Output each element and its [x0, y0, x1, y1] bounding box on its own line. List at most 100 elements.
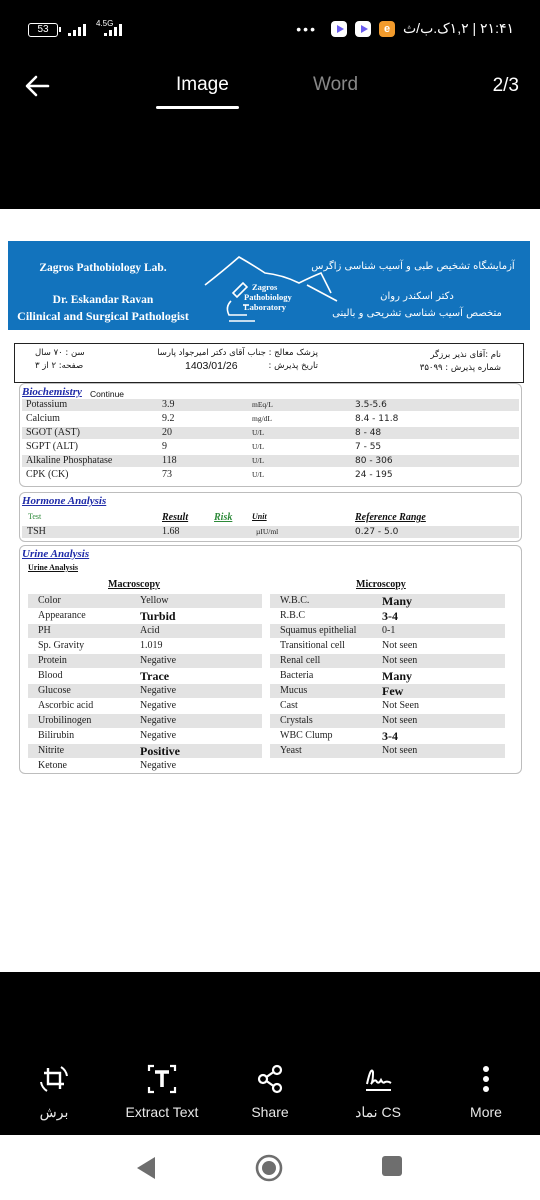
more-label: More — [470, 1104, 502, 1120]
urine-test-result: Negative — [140, 655, 177, 666]
back-button[interactable] — [22, 72, 54, 100]
macroscopy-row: Nitrite Positive — [28, 744, 262, 758]
urine-test-name: Protein — [38, 655, 67, 666]
logo-text: Zagros Pathobiology Laboratory — [244, 282, 292, 312]
play-app-icon-2 — [355, 20, 371, 37]
urine-test-name: Yeast — [280, 745, 302, 756]
macroscopy-row: Glucose Negative — [28, 684, 262, 698]
macroscopy-row: Blood Trace — [28, 669, 262, 683]
test-name: Calcium — [26, 413, 60, 424]
doctor-specialty-en: Cilinical and Surgical Pathologist — [17, 309, 189, 323]
system-nav-bar — [0, 1135, 540, 1200]
urine-test-name: W.B.C. — [280, 595, 310, 606]
extract-text-button[interactable]: Extract Text — [108, 1062, 216, 1120]
urine-title: Urine Analysis — [22, 548, 90, 560]
urine-test-result: Not Seen — [382, 700, 419, 711]
urine-test-name: Bacteria — [280, 670, 314, 681]
crop-button[interactable]: برش — [0, 1062, 108, 1121]
macroscopy-row: Sp. Gravity 1.019 — [28, 639, 262, 653]
test-result: 1.68 — [162, 526, 180, 537]
patient-age: سن : ۷۰ سال — [35, 348, 85, 358]
test-result: 73 — [162, 469, 172, 480]
test-name: CPK (CK) — [26, 469, 69, 480]
microscopy-row: W.B.C. Many — [270, 594, 505, 608]
urine-test-name: WBC Clump — [280, 730, 333, 741]
urine-test-name: Transitional cell — [280, 640, 345, 651]
urine-test-name: Squamus epithelial — [280, 625, 357, 636]
test-result: 3.9 — [162, 399, 175, 410]
table-row: Potassium 3.9 mEq/L 3.5-5.6 — [22, 399, 519, 411]
urine-test-result: Few — [382, 684, 404, 698]
test-range: 8 - 48 — [355, 428, 382, 438]
test-unit: U/L — [252, 428, 265, 437]
status-bar: 53 4.5G ••• e ۲۱:۴۱ | ۱,۲ک.ب/ث — [0, 0, 540, 62]
lab-letterhead: Zagros Pathobiology Lab. Dr. Eskandar Ra… — [8, 241, 530, 330]
test-result: 118 — [162, 455, 177, 466]
table-row: TSH 1.68 µIU/ml 0.27 - 5.0 — [22, 526, 519, 538]
signature-label: نماد CS — [355, 1104, 401, 1120]
test-unit: U/L — [252, 456, 265, 465]
urine-test-result: Acid — [140, 625, 160, 636]
arrow-left-icon — [25, 75, 50, 97]
hormone-section: Hormone Analysis Test Result Risk Unit R… — [19, 492, 522, 542]
battery-level: 53 — [37, 24, 49, 35]
microscopy-row: Cast Not Seen — [270, 699, 505, 713]
microscopy-title: Microscopy — [356, 579, 406, 590]
test-name: Alkaline Phosphatase — [26, 455, 113, 466]
more-notifications-icon: ••• — [296, 20, 317, 37]
test-unit: mg/dL — [252, 414, 272, 423]
macroscopy-row: Ascorbic acid Negative — [28, 699, 262, 713]
macroscopy-row: Appearance Turbid — [28, 609, 262, 623]
table-row: Alkaline Phosphatase 118 U/L 80 - 306 — [22, 455, 519, 467]
table-row: SGPT (ALT) 9 U/L 7 - 55 — [22, 441, 519, 453]
urine-test-name: Sp. Gravity — [38, 640, 85, 651]
extract-text-label: Extract Text — [125, 1104, 199, 1120]
test-range: 24 - 195 — [355, 470, 393, 480]
test-name: Potassium — [26, 399, 68, 410]
urine-test-result: Many — [382, 669, 412, 683]
microscopy-row: Yeast Not seen — [270, 744, 505, 758]
test-range: 0.27 - 5.0 — [355, 527, 399, 537]
test-result: 20 — [162, 427, 172, 438]
page-number: صفحه: ۲ از ۳ — [35, 361, 84, 371]
tab-word[interactable]: Word — [313, 74, 358, 96]
urine-test-name: Renal cell — [280, 655, 321, 666]
microscopy-row: Bacteria Many — [270, 669, 505, 683]
urine-test-name: Ascorbic acid — [38, 700, 94, 711]
test-unit: mEq/L — [252, 400, 273, 409]
urine-test-result: Not seen — [382, 655, 418, 666]
test-range: 3.5-5.6 — [355, 400, 387, 410]
doctor-name-en: Dr. Eskandar Ravan — [52, 294, 154, 306]
tab-image[interactable]: Image — [176, 74, 229, 96]
signal-icon — [68, 22, 86, 36]
microscopy-row: Transitional cell Not seen — [270, 639, 505, 653]
test-range: 8.4 - 11.8 — [355, 414, 399, 424]
urine-test-result: Many — [382, 594, 412, 608]
document-viewer[interactable]: Zagros Pathobiology Lab. Dr. Eskandar Ra… — [0, 209, 540, 972]
admission-date-label: تاریخ پذیرش : — [268, 361, 318, 371]
triangle-back-icon — [137, 1157, 155, 1179]
urine-test-result: Not seen — [382, 745, 418, 756]
macroscopy-row: Bilirubin Negative — [28, 729, 262, 743]
share-button[interactable]: Share — [216, 1062, 324, 1120]
nav-recents-button[interactable] — [381, 1155, 407, 1181]
urine-test-result: Trace — [140, 669, 170, 683]
nav-home-button[interactable] — [254, 1153, 284, 1183]
hormone-title: Hormone Analysis — [22, 495, 107, 507]
nav-back-button[interactable] — [133, 1155, 159, 1181]
urine-test-name: Urobilinogen — [38, 715, 92, 726]
test-name: SGOT (AST) — [26, 427, 80, 438]
test-unit: µIU/ml — [256, 527, 279, 536]
signature-button[interactable]: نماد CS — [324, 1062, 432, 1121]
urine-test-result: Not seen — [382, 640, 418, 651]
macroscopy-row: PH Acid — [28, 624, 262, 638]
urine-test-name: PH — [38, 625, 51, 636]
urine-test-name: Crystals — [280, 715, 313, 726]
crop-icon — [40, 1066, 68, 1092]
urine-test-result: Negative — [140, 730, 177, 741]
more-button[interactable]: More — [432, 1062, 540, 1120]
urine-section: Urine Analysis Urine Analysis Macroscopy… — [19, 545, 522, 774]
urine-test-name: Mucus — [280, 685, 308, 696]
urine-test-name: Blood — [38, 670, 63, 681]
lab-name-fa: آزمایشگاه تشخیص طبی و آسیب شناسی زاگرس — [311, 261, 515, 272]
